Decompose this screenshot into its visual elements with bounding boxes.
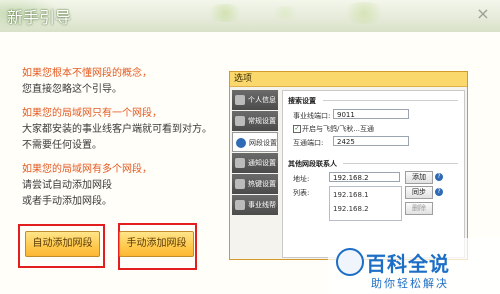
delete-button[interactable]: 删除 (405, 202, 433, 215)
list-item[interactable]: 192.168.2 (333, 205, 369, 213)
intro-line: 如果您的局域网只有一个网段， (22, 108, 162, 119)
help-icon[interactable]: ? (435, 173, 443, 181)
nav-item-segment[interactable]: 网段设置 (232, 132, 278, 152)
add-button[interactable]: 添加 (405, 171, 433, 184)
settings-icon (235, 116, 245, 126)
bokeh-decoration (205, 4, 245, 22)
speaker-icon (235, 158, 245, 168)
port-input[interactable]: 9011 (333, 109, 409, 119)
address-input[interactable]: 192.168.2 (329, 172, 400, 182)
segment-list[interactable]: 192.168.1 192.168.2 (329, 186, 402, 221)
options-nav: 个人信息 常规设置 网段设置 通知设置 热键设置 事业线帮 (232, 90, 278, 216)
intro-line: 大家都安装的事业线客户端就可看到对方。 (22, 124, 212, 135)
address-label: 地址: (293, 175, 310, 183)
watermark-subtitle: 助你轻松解决 (371, 277, 449, 290)
intro-line: 如果您的局域网有多个网段， (22, 164, 152, 175)
intro-line: 请尝试自动添加网段 (22, 180, 112, 191)
intro-line: 不需要任何设置。 (22, 140, 102, 151)
nav-item-help[interactable]: 事业线帮 (232, 195, 278, 215)
section-divider (323, 100, 458, 101)
interop-checkbox-label: 开启与飞鸽/飞秋...互通 (302, 125, 375, 133)
list-label: 列表: (293, 189, 310, 197)
intro-line: 您直接忽略这个引导。 (22, 84, 122, 95)
guide-content: 如果您根本不懂网段的概念， 您直接忽略这个引导。 如果您的局域网只有一个网段， … (0, 32, 500, 294)
guide-window: 新手引导 × 如果您根本不懂网段的概念， 您直接忽略这个引导。 如果您的局域网只… (0, 0, 500, 294)
bokeh-decoration (340, 2, 388, 24)
interop-port-label: 互通端口: (293, 139, 324, 147)
port-label: 事业线端口: (293, 112, 331, 120)
nav-item-personal[interactable]: 个人信息 (232, 90, 278, 110)
segment-settings-pane: 搜索设置 事业线端口: 9011 ✓ 开启与飞鸽/飞秋...互通 互通端口: 2… (282, 90, 465, 258)
nav-label: 个人信息 (248, 96, 276, 104)
sync-button[interactable]: 同步 (405, 186, 433, 199)
interop-checkbox[interactable]: ✓ (293, 125, 301, 133)
interop-port-input[interactable]: 2425 (333, 136, 409, 146)
help-icon[interactable]: ? (435, 188, 443, 196)
section-divider (343, 163, 458, 164)
intro-text: 如果您根本不懂网段的概念， 您直接忽略这个引导。 如果您的局域网只有一个网段， … (22, 66, 212, 210)
person-icon (235, 95, 245, 105)
close-icon[interactable]: × (474, 5, 492, 23)
keyboard-icon (235, 179, 245, 189)
other-section-title: 其他网段联系人 (288, 160, 337, 168)
intro-line: 或者手动添加网段。 (22, 196, 112, 207)
nav-label: 通知设置 (248, 159, 276, 167)
nav-item-notify[interactable]: 通知设置 (232, 153, 278, 173)
globe-icon (236, 138, 246, 148)
title-bar: 新手引导 × (0, 0, 500, 33)
nav-label: 网段设置 (249, 139, 277, 147)
nav-label: 常规设置 (248, 117, 276, 125)
book-icon (235, 200, 245, 210)
list-item[interactable]: 192.168.1 (333, 191, 369, 199)
nav-label: 热键设置 (248, 180, 276, 188)
nav-item-general[interactable]: 常规设置 (232, 111, 278, 131)
intro-line: 如果您根本不懂网段的概念， (22, 68, 152, 79)
watermark-logo (336, 248, 364, 276)
watermark-title: 百科全说 (366, 252, 450, 276)
auto-add-segment-button[interactable]: 自动添加网段 (25, 231, 100, 257)
dialog-title: 选项 (230, 72, 467, 87)
window-title: 新手引导 (7, 8, 72, 27)
bokeh-decoration (270, 6, 300, 20)
nav-item-hotkey[interactable]: 热键设置 (232, 174, 278, 194)
manual-add-segment-button[interactable]: 手动添加网段 (119, 231, 194, 257)
nav-label: 事业线帮 (248, 201, 276, 209)
options-dialog-preview: 选项 个人信息 常规设置 网段设置 通知设置 热键设置 事业线帮 搜索设置 事业… (229, 71, 468, 260)
search-section-title: 搜索设置 (288, 97, 316, 105)
